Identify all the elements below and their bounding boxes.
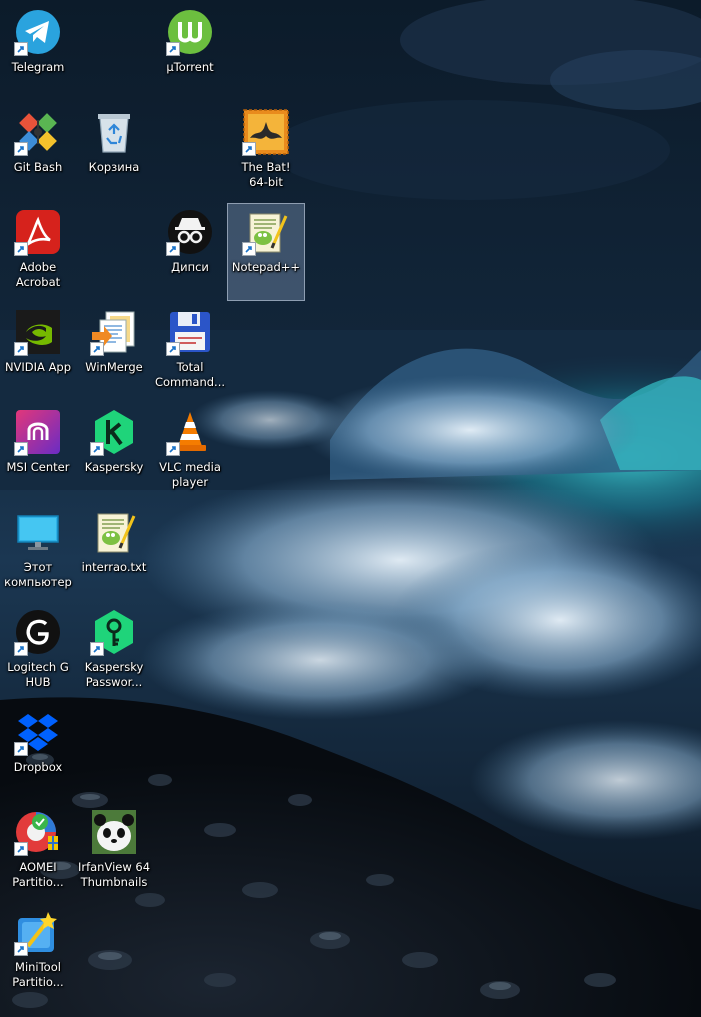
shortcut-arrow-icon xyxy=(14,42,28,56)
desktop-icon-interrao-txt[interactable]: interrao.txt xyxy=(76,504,152,600)
icon-label: MSI Center xyxy=(6,460,70,474)
icon-label: Total Command... xyxy=(154,360,226,389)
icon-label: interrao.txt xyxy=(81,560,147,574)
icon-label: Telegram xyxy=(11,60,65,74)
icon-label: Git Bash xyxy=(13,160,63,174)
shortcut-arrow-icon xyxy=(90,342,104,356)
icon-label: Корзина xyxy=(88,160,140,174)
desktop-icon-this-pc[interactable]: Этот компьютер xyxy=(0,504,76,600)
irfanview-icon xyxy=(92,810,136,854)
shortcut-arrow-icon xyxy=(14,342,28,356)
icon-label: Dropbox xyxy=(13,760,63,774)
desktop-icon-git-bash[interactable]: Git Bash xyxy=(0,104,76,200)
shortcut-arrow-icon xyxy=(14,942,28,956)
recycle-bin-icon xyxy=(98,114,130,153)
icon-label: IrfanView 64 Thumbnails xyxy=(77,860,151,889)
desktop-icon-kaspersky[interactable]: Kaspersky xyxy=(76,404,152,500)
desktop-icon-recycle-bin[interactable]: Корзина xyxy=(76,104,152,200)
shortcut-arrow-icon xyxy=(14,742,28,756)
desktop-icon-adobe-acrobat[interactable]: Adobe Acrobat xyxy=(0,204,76,300)
desktop-icon-logitech-g-hub[interactable]: Logitech G HUB xyxy=(0,604,76,700)
desktop-icon-dropbox[interactable]: Dropbox xyxy=(0,704,76,800)
desktop: Telegram Git Bash Adobe Acrobat NVIDIA A… xyxy=(0,0,701,1017)
desktop-icon-vlc[interactable]: VLC media player xyxy=(152,404,228,500)
shortcut-arrow-icon xyxy=(166,242,180,256)
shortcut-arrow-icon xyxy=(242,242,256,256)
desktop-icon-nvidia-app[interactable]: NVIDIA App xyxy=(0,304,76,400)
desktop-icon-irfanview[interactable]: IrfanView 64 Thumbnails xyxy=(76,804,152,900)
icon-label: The Bat! 64-bit xyxy=(241,160,291,189)
desktop-icon-total-commander[interactable]: Total Command... xyxy=(152,304,228,400)
text-file-icon xyxy=(97,513,136,553)
shortcut-arrow-icon xyxy=(242,142,256,156)
shortcut-arrow-icon xyxy=(166,442,180,456)
icon-label: Kaspersky Passwor... xyxy=(84,660,144,689)
desktop-icon-the-bat[interactable]: The Bat! 64-bit xyxy=(228,104,304,200)
desktop-icon-utorrent[interactable]: µTorrent xyxy=(152,4,228,100)
shortcut-arrow-icon xyxy=(166,342,180,356)
shortcut-arrow-icon xyxy=(166,42,180,56)
shortcut-arrow-icon xyxy=(14,442,28,456)
icon-label: AOMEI Partitio... xyxy=(12,860,64,889)
shortcut-arrow-icon xyxy=(90,442,104,456)
icon-label: MiniTool Partitio... xyxy=(12,960,64,989)
desktop-icon-telegram[interactable]: Telegram xyxy=(0,4,76,100)
desktop-icon-msi-center[interactable]: MSI Center xyxy=(0,404,76,500)
icon-label: Дипси xyxy=(171,260,209,274)
desktop-icon-dipsy[interactable]: Дипси xyxy=(152,204,228,300)
icon-label: Kaspersky xyxy=(84,460,144,474)
icon-label: µTorrent xyxy=(166,60,214,74)
icon-label: Logitech G HUB xyxy=(7,660,69,689)
shortcut-arrow-icon xyxy=(14,842,28,856)
shortcut-arrow-icon xyxy=(90,642,104,656)
desktop-icon-minitool[interactable]: MiniTool Partitio... xyxy=(0,904,76,1000)
shortcut-arrow-icon xyxy=(14,142,28,156)
shortcut-arrow-icon xyxy=(14,242,28,256)
desktop-icon-notepad-plus-plus[interactable]: Notepad++ xyxy=(227,203,305,301)
desktop-icon-kaspersky-password[interactable]: Kaspersky Passwor... xyxy=(76,604,152,700)
shortcut-arrow-icon xyxy=(14,642,28,656)
this-pc-icon xyxy=(17,515,59,550)
icon-label: WinMerge xyxy=(85,360,143,374)
icon-label: NVIDIA App xyxy=(4,360,72,374)
icon-label: VLC media player xyxy=(159,460,221,489)
icon-label: Notepad++ xyxy=(231,260,301,274)
desktop-icon-aomei[interactable]: AOMEI Partitio... xyxy=(0,804,76,900)
desktop-icon-winmerge[interactable]: WinMerge xyxy=(76,304,152,400)
icon-label: Adobe Acrobat xyxy=(15,260,61,289)
icon-label: Этот компьютер xyxy=(4,560,72,589)
